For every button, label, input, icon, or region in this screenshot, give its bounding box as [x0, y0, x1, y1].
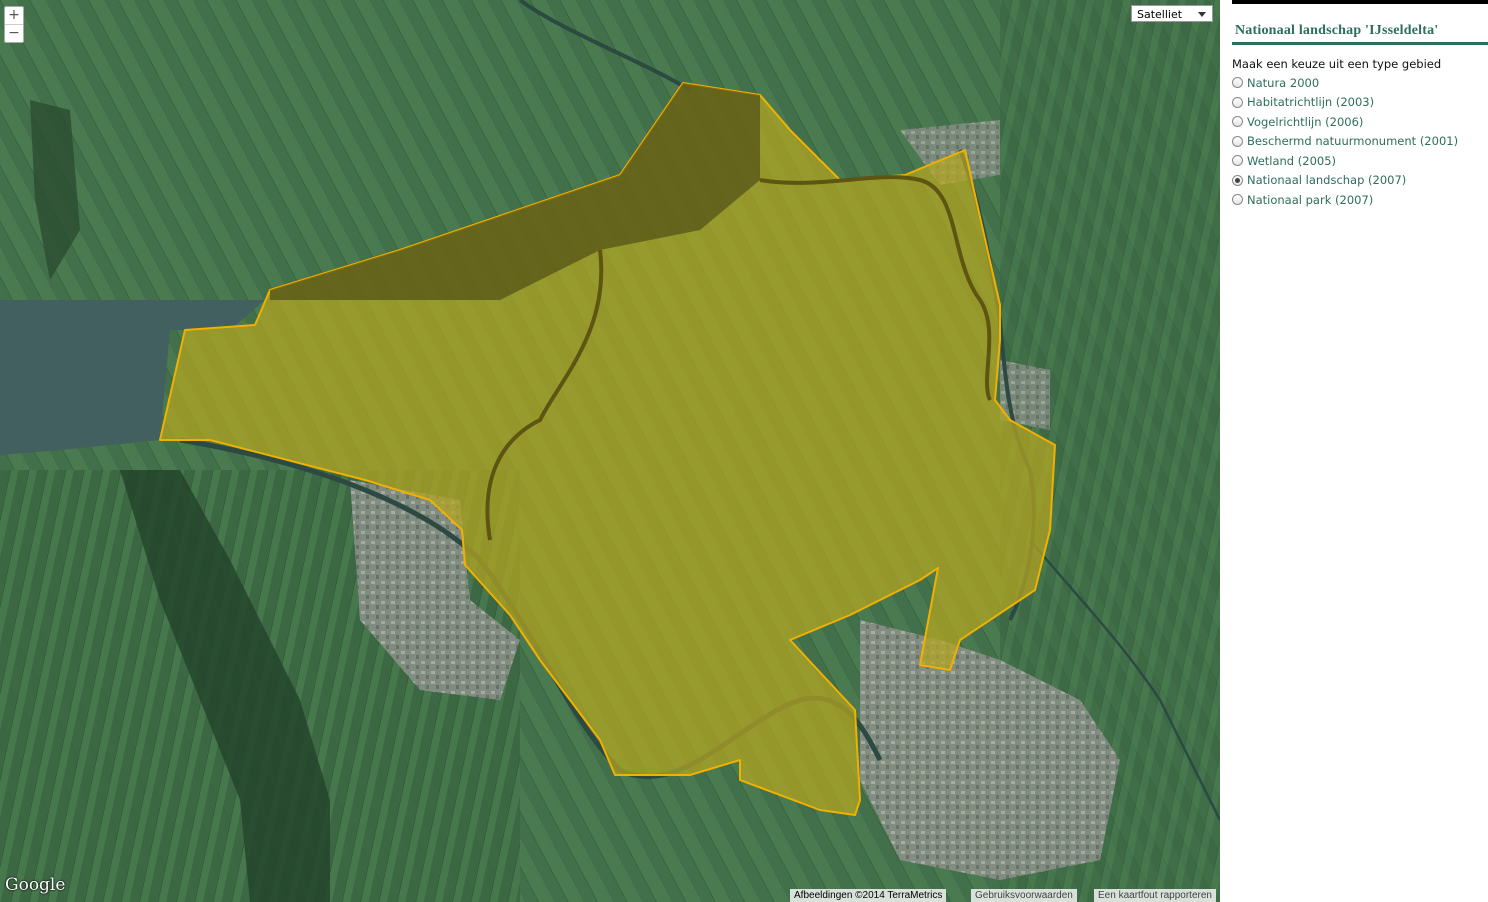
- option-label: Nationaal park (2007): [1247, 192, 1374, 207]
- option-label: Nationaal landschap (2007): [1247, 173, 1407, 188]
- imagery-attribution: Afbeeldingen ©2014 TerraMetrics: [790, 889, 947, 902]
- area-type-options: Natura 2000 Habitatrichtlijn (2003) Voge…: [1232, 73, 1458, 210]
- option-vogelrichtlijn[interactable]: Vogelrichtlijn (2006): [1232, 112, 1458, 132]
- panel-title: Nationaal landschap 'IJsseldelta': [1235, 23, 1439, 38]
- terms-link[interactable]: Gebruiksvoorwaarden: [971, 889, 1077, 902]
- zoom-in-button[interactable]: +: [5, 7, 23, 24]
- satellite-imagery[interactable]: [0, 0, 1220, 902]
- radio-button[interactable]: [1232, 194, 1243, 206]
- option-habitatrichtlijn[interactable]: Habitatrichtlijn (2003): [1232, 93, 1458, 113]
- zoom-out-button[interactable]: −: [5, 24, 23, 42]
- title-divider: [1232, 42, 1488, 45]
- radio-button[interactable]: [1232, 116, 1243, 128]
- option-beschermd-natuurmonument[interactable]: Beschermd natuurmonument (2001): [1232, 132, 1458, 152]
- zoom-control: + −: [4, 6, 24, 43]
- option-label: Natura 2000: [1247, 75, 1320, 90]
- option-label: Beschermd natuurmonument (2001): [1247, 134, 1459, 149]
- panel-intro: Maak een keuze uit een type gebied: [1232, 57, 1442, 71]
- radio-button[interactable]: [1232, 96, 1243, 108]
- chevron-down-icon: [1198, 12, 1206, 17]
- option-nationaal-landschap[interactable]: Nationaal landschap (2007): [1232, 171, 1458, 191]
- radio-button-selected[interactable]: [1232, 174, 1243, 186]
- option-nationaal-park[interactable]: Nationaal park (2007): [1232, 190, 1458, 210]
- radio-button[interactable]: [1232, 135, 1243, 147]
- option-label: Habitatrichtlijn (2003): [1247, 95, 1375, 110]
- panel-top-bar: [1232, 0, 1488, 4]
- map-type-label: Satelliet: [1137, 8, 1183, 21]
- report-map-error-link[interactable]: Een kaartfout rapporteren: [1094, 889, 1216, 902]
- map-type-dropdown[interactable]: Satelliet: [1131, 5, 1213, 22]
- radio-button[interactable]: [1232, 155, 1243, 167]
- option-label: Wetland (2005): [1247, 153, 1337, 168]
- option-label: Vogelrichtlijn (2006): [1247, 114, 1364, 129]
- google-logo[interactable]: Google: [5, 875, 65, 895]
- satellite-map[interactable]: + − Satelliet Google Afbeeldingen ©2014 …: [0, 0, 1220, 902]
- side-panel: Nationaal landschap 'IJsseldelta' Maak e…: [1220, 0, 1488, 902]
- radio-button[interactable]: [1232, 77, 1243, 89]
- option-wetland[interactable]: Wetland (2005): [1232, 151, 1458, 171]
- option-natura-2000[interactable]: Natura 2000: [1232, 73, 1458, 93]
